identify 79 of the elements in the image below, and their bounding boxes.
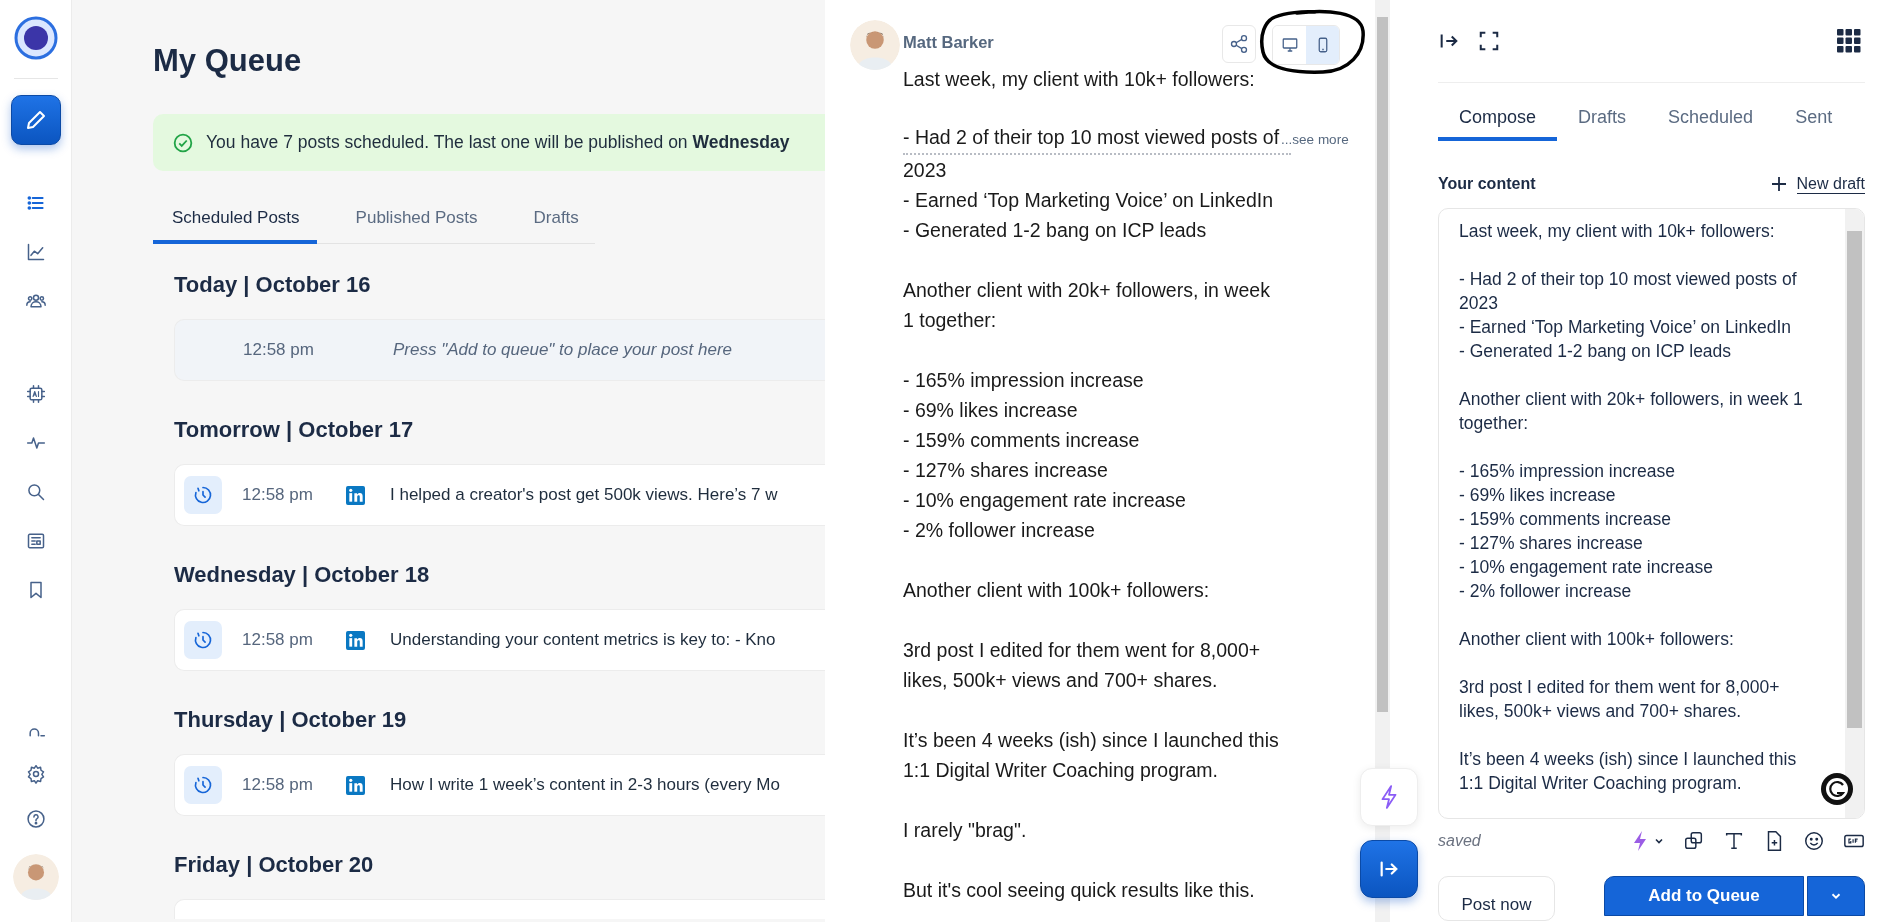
section-title: Your content [1438,175,1536,193]
share-button[interactable] [1222,25,1256,63]
grammar-icon[interactable] [1820,772,1854,806]
linkedin-icon [346,775,365,795]
post-paragraph: - 165% impression increase - 69% likes increase - 159% comments increase - 127% shares increase - 10% engagement rate increase - 2% follower increase [903,368,1187,543]
slot-hint: Press "Add to queue" to place your post here [393,340,733,360]
slot-time: 12:58 pm [243,340,315,360]
post-paragraph: Another client with 100k+ followers: [903,578,1211,603]
content-editor[interactable]: Last week, my client with 10k+ followers: - Had 2 of their top 10 most viewed posts of 2023 - Earned ‘Top Marketing Voice’ on LinkedIn - Generated 1-2 bang on ICP leads Another client with 20k+ followers, in week 1 together: - 165% impression increase - 69% likes increase - 159% comments increase - 127% shares increase - 10% engagement rate increase - 2% follower increase Another client with 100k+ followers: 3rd post I edited for them went for 8,000+ likes, 500k+ views and 700+ shares. It’s been 4 weeks (ish) since I launched this 1:1 Digital Writer Coaching program. [1438,208,1865,819]
see-more-link[interactable]: ...see more [1281,126,1349,153]
ai-assist-button[interactable] [1360,768,1418,826]
ai-menu-button[interactable] [1631,830,1665,852]
queued-post[interactable]: 12:58 pm Understanding your content metrics is key to: - Kno [174,609,825,671]
line-chart-icon[interactable] [25,242,46,262]
author-name: Matt Barker [903,32,994,52]
post-paragraph: But it's cool seeing quick results like this. [903,878,1256,903]
ai-chip-icon[interactable] [25,384,46,404]
linkedin-icon [346,630,365,650]
composer-tab[interactable]: Drafts [1557,99,1648,141]
clock-icon[interactable] [184,476,222,514]
people-icon[interactable] [25,291,46,311]
day-heading: Today | October 16 [174,271,372,299]
queued-post[interactable]: 12:58 pm How I write 1 week’s content in 2-3 hours (every Mo [174,754,825,816]
newspaper-icon[interactable] [25,531,46,551]
queue-tab[interactable]: Published Posts [336,200,495,244]
day-heading: Friday | October 20 [174,851,375,879]
linkedin-icon [346,485,365,505]
apps-grid-icon[interactable] [1837,29,1861,53]
clock-icon[interactable] [184,766,222,804]
avatar [850,20,900,70]
post-paragraph: Another client with 20k+ followers, in week 1 together: [903,278,1271,333]
post-now-button[interactable]: Post now [1438,876,1555,921]
lightning-icon [1631,830,1649,852]
share-icon [1229,34,1249,54]
dropdown-button[interactable] [1807,876,1865,916]
post-time: 12:58 pm [242,630,314,650]
post-excerpt: How I write 1 week’s content in 2-3 hours (every Mo [390,775,780,795]
fullscreen-icon[interactable] [1478,30,1500,52]
post-time: 12:58 pm [242,485,314,505]
compose-button[interactable] [10,95,61,145]
page-title: My Queue [153,43,303,79]
copy-icon[interactable] [1683,830,1705,852]
post-paragraph: I rarely "brag". [903,818,1028,843]
list-icon[interactable] [25,193,46,213]
post-time: 12:58 pm [242,775,314,795]
collapse-preview-button[interactable] [1360,840,1418,898]
post-excerpt: I helped a creator's post get 500k views. Here’s 7 w [390,485,778,505]
search-icon[interactable] [25,482,46,502]
queue-tab[interactable]: Scheduled Posts [153,200,317,244]
composer-tab[interactable]: Scheduled [1647,99,1775,141]
save-status: saved [1438,832,1481,850]
post-line: - Had 2 of their top 10 most viewed posts of [903,125,1280,150]
help-icon[interactable] [25,809,46,829]
add-to-queue-button[interactable]: Add to Queue [1604,876,1804,916]
avatar [12,854,59,900]
app-logo[interactable] [13,16,58,60]
emoji-icon[interactable] [1803,830,1825,852]
text-format-icon[interactable] [1723,830,1745,852]
clock-icon[interactable] [184,621,222,659]
post-paragraph: It’s been 4 weeks (ish) since I launched this 1:1 Digital Writer Coaching program. [903,728,1280,783]
day-heading: Wednesday | October 18 [174,561,431,589]
check-circle-icon [173,132,193,153]
post-excerpt: Understanding your content metrics is key to: - Kno [390,630,776,650]
banner-text: You have 7 posts scheduled. The last one will be published on Wednesday [206,132,790,153]
plus-icon [1770,176,1787,192]
settings-icon[interactable] [25,764,46,784]
queue-tab[interactable]: Drafts [514,200,596,244]
day-heading: Tomorrow | October 17 [174,416,415,444]
empty-slot[interactable]: 12:58 pm Press "Add to queue" to place your post here [174,319,825,381]
post-paragraph: 2023 - Earned ‘Top Marketing Voice’ on LinkedIn - Generated 1-2 bang on ICP leads [903,158,1274,243]
queued-post[interactable]: 12:58 pm I helped a creator's post get 500k views. Here’s 7 w [174,464,825,526]
day-heading: Thursday | October 19 [174,706,408,734]
mobile-view-button[interactable] [1306,26,1339,64]
post-paragraph: Last week, my client with 10k+ followers: [903,67,1256,92]
composer-tab[interactable]: Compose [1438,99,1558,141]
post-paragraph: 3rd post I edited for them went for 8,000+ likes, 500k+ views and 700+ shares. [903,638,1262,693]
composer-tab[interactable]: Sent [1774,99,1854,141]
monitor-icon [1280,36,1299,54]
new-draft-link[interactable]: New draft [1770,174,1865,194]
